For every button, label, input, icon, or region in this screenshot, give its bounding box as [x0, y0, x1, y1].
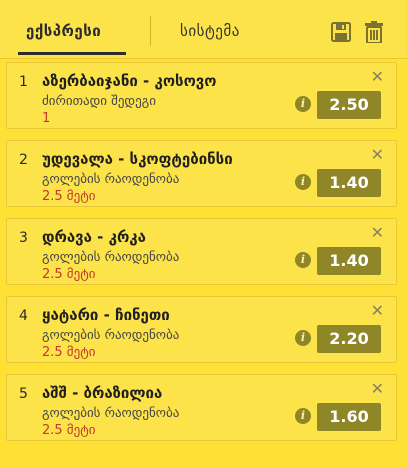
- bet-selection: 1: [42, 111, 51, 126]
- bet-market: გოლების რაოდენობა: [42, 250, 180, 265]
- info-icon[interactable]: i: [295, 330, 311, 346]
- active-tab-indicator: [18, 52, 126, 55]
- close-icon[interactable]: ✕: [371, 225, 384, 241]
- bet-match: უდევალა - სკოფტებინსი: [42, 150, 233, 168]
- info-icon[interactable]: i: [295, 252, 311, 268]
- info-icon[interactable]: i: [295, 96, 311, 112]
- bet-number: 2: [19, 152, 28, 168]
- trash-icon[interactable]: [365, 21, 383, 43]
- close-icon[interactable]: ✕: [371, 381, 384, 397]
- info-icon[interactable]: i: [295, 174, 311, 190]
- bet-market: გოლების რაოდენობა: [42, 406, 180, 421]
- bet-item: 4 ყატარი - ჩინეთი გოლების რაოდენობა 2.5 …: [6, 296, 397, 363]
- bet-odd[interactable]: 1.40: [317, 169, 381, 197]
- bet-match: დრავა - კრკა: [42, 228, 146, 246]
- bet-selection: 2.5 მეტი: [42, 267, 96, 282]
- bet-odd[interactable]: 1.60: [317, 403, 381, 431]
- close-icon[interactable]: ✕: [371, 147, 384, 163]
- bet-item: 3 დრავა - კრკა გოლების რაოდენობა 2.5 მეტ…: [6, 218, 397, 285]
- bet-number: 4: [19, 308, 28, 324]
- bet-selection: 2.5 მეტი: [42, 189, 96, 204]
- bet-match: აშშ - ბრაზილია: [42, 384, 163, 402]
- bet-odd[interactable]: 2.50: [317, 91, 381, 119]
- tab-system[interactable]: სისტემა: [180, 22, 240, 40]
- bet-match: აზერბაიჯანი - კოსოვო: [42, 72, 217, 90]
- bet-number: 3: [19, 230, 28, 246]
- bet-selection: 2.5 მეტი: [42, 423, 96, 438]
- bet-odd[interactable]: 1.40: [317, 247, 381, 275]
- bet-market: გოლების რაოდენობა: [42, 172, 180, 187]
- bet-item: 5 აშშ - ბრაზილია გოლების რაოდენობა 2.5 მ…: [6, 374, 397, 441]
- bet-odd[interactable]: 2.20: [317, 325, 381, 353]
- save-icon[interactable]: [331, 22, 351, 42]
- bet-selection: 2.5 მეტი: [42, 345, 96, 360]
- bet-number: 1: [19, 74, 28, 90]
- bet-market: გოლების რაოდენობა: [42, 328, 180, 343]
- close-icon[interactable]: ✕: [371, 69, 384, 85]
- tab-express[interactable]: ექსპრესი: [26, 22, 101, 40]
- bet-item: 2 უდევალა - სკოფტებინსი გოლების რაოდენობ…: [6, 140, 397, 207]
- tab-divider: [150, 16, 151, 46]
- info-icon[interactable]: i: [295, 408, 311, 424]
- bet-item: 1 აზერბაიჯანი - კოსოვო ძირითადი შედეგი 1…: [6, 62, 397, 129]
- betslip-tabs: ექსპრესი სისტემა: [0, 0, 407, 59]
- bet-market: ძირითადი შედეგი: [42, 94, 156, 109]
- close-icon[interactable]: ✕: [371, 303, 384, 319]
- bet-match: ყატარი - ჩინეთი: [42, 306, 170, 324]
- bet-number: 5: [19, 386, 28, 402]
